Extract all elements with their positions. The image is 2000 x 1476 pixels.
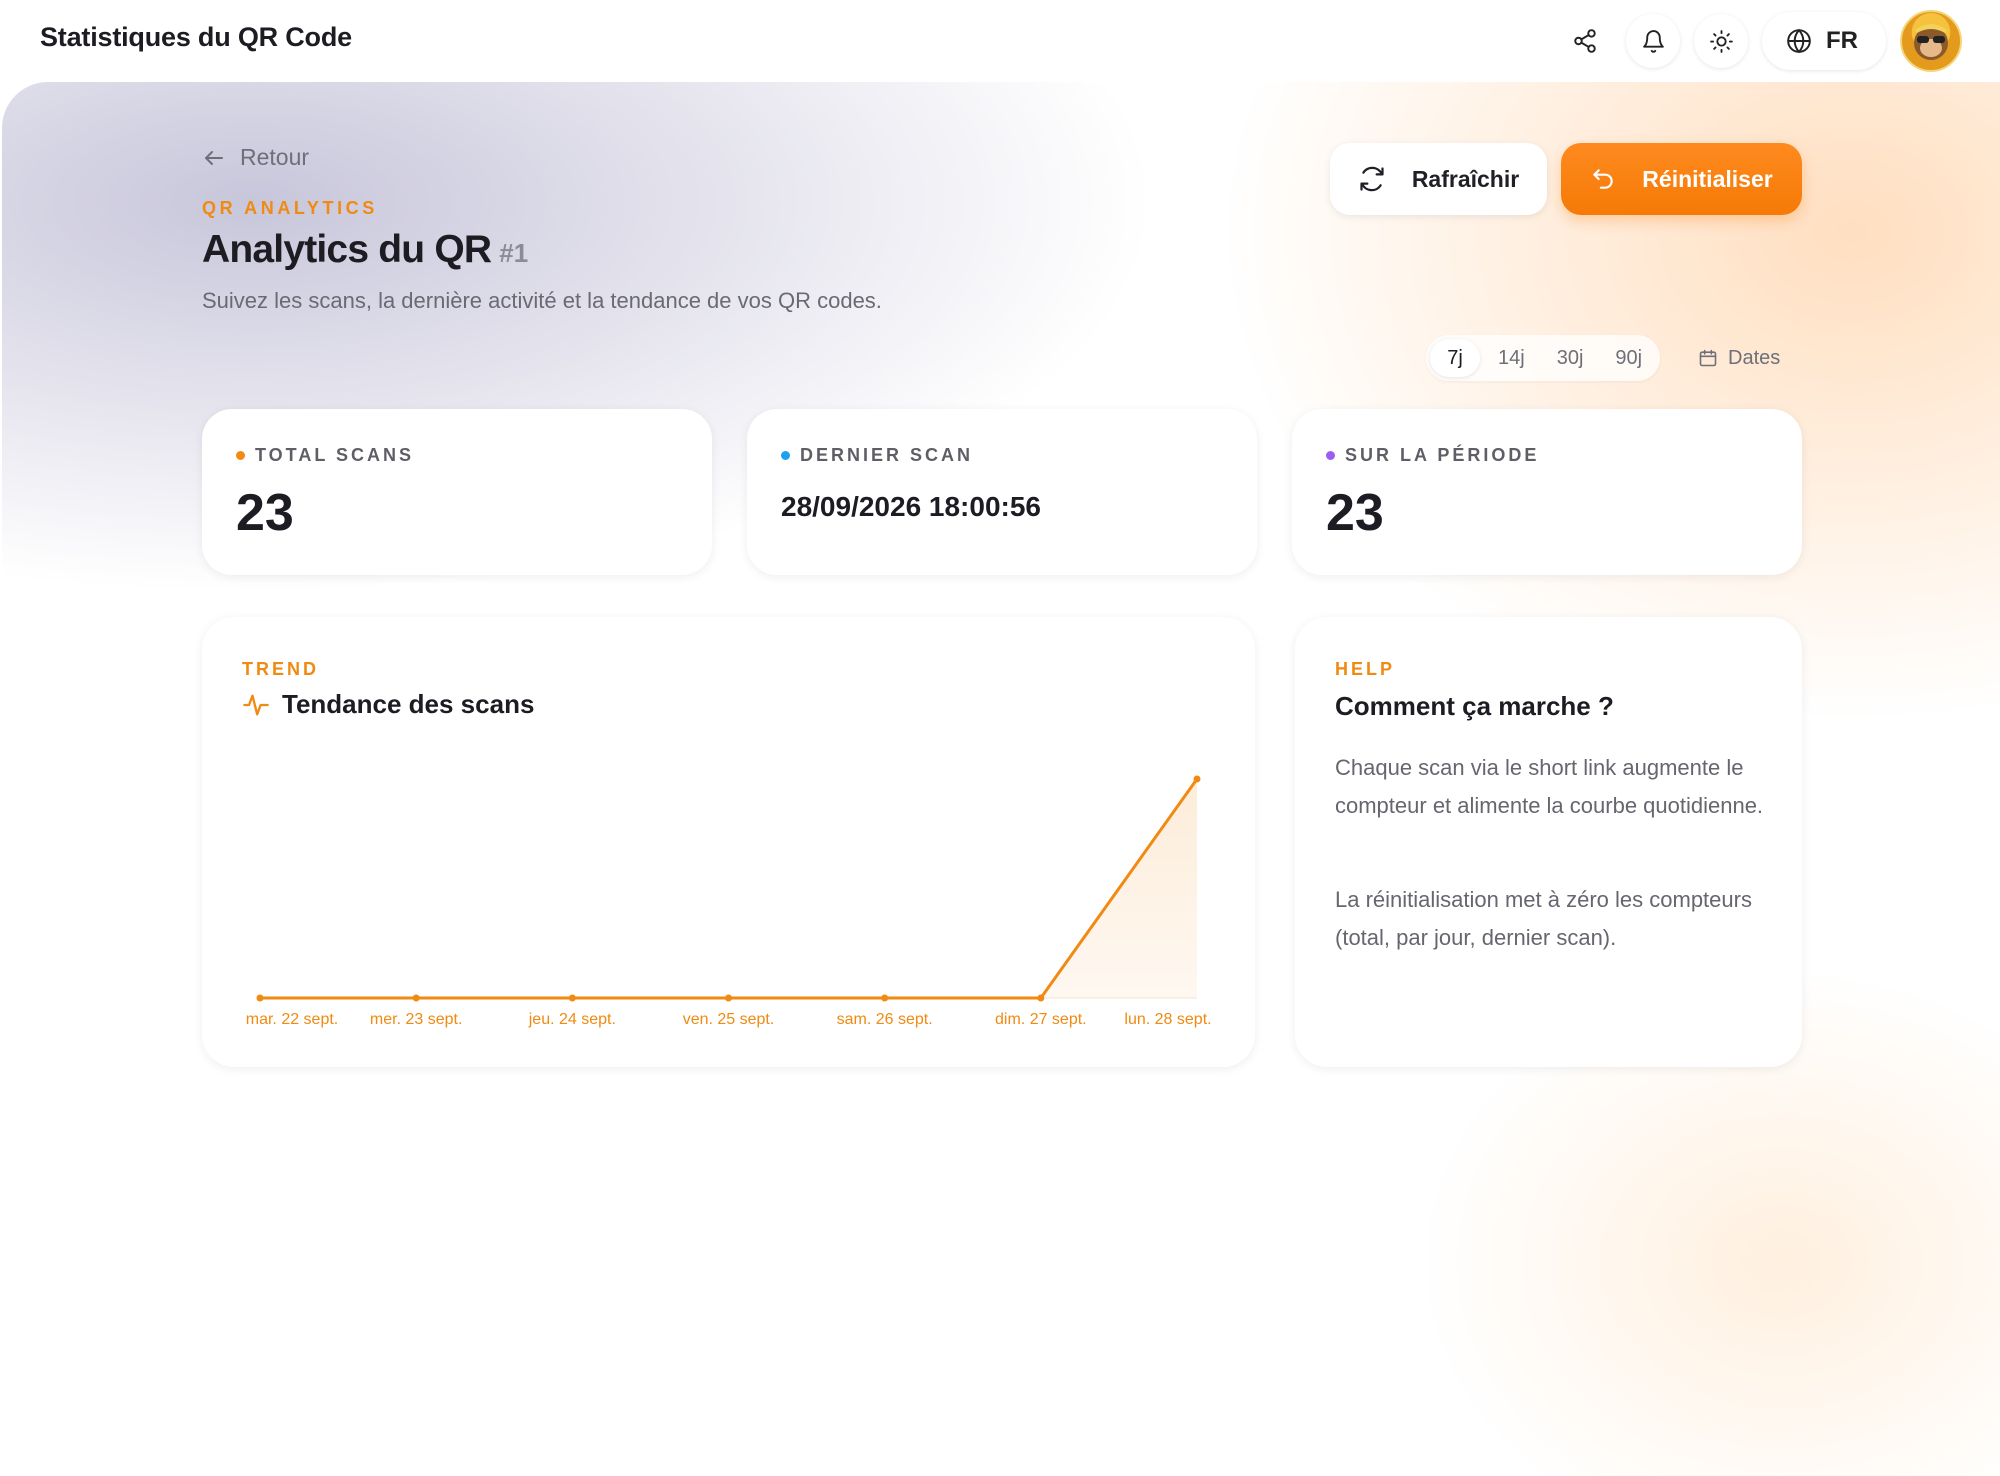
- page-title-text: Analytics du QR: [202, 228, 492, 271]
- globe-icon: [1787, 28, 1811, 54]
- stat-label-text: DERNIER SCAN: [800, 445, 974, 465]
- language-label: FR: [1826, 27, 1858, 54]
- stat-value: 23: [1326, 484, 1384, 542]
- refresh-button[interactable]: Rafraîchir: [1330, 143, 1547, 215]
- trend-line: [260, 778, 1199, 1000]
- notifications-button[interactable]: [1626, 14, 1680, 68]
- calendar-icon: [1699, 349, 1717, 367]
- dates-label: Dates: [1728, 346, 1781, 369]
- share-button[interactable]: [1558, 14, 1612, 68]
- stat-value: 23: [236, 484, 294, 542]
- help-title: Comment ça marche ?: [1335, 691, 1614, 721]
- trend-title-text: Tendance des scans: [282, 689, 535, 719]
- trend-card: mar. 22 sept. mer. 23 sept. jeu. 24 sept. v…: [202, 617, 1255, 1067]
- activity-icon: [243, 694, 269, 715]
- stat-dot: [781, 451, 790, 460]
- language-selector[interactable]: FR: [1762, 12, 1886, 70]
- stat-value: 28/09/2026 18:00:56: [781, 491, 1041, 522]
- stat-dot: [236, 451, 245, 460]
- trend-point[interactable]: [256, 994, 264, 1002]
- stat-label: TOTAL SCANS: [236, 445, 414, 466]
- bell-icon: [1642, 29, 1664, 53]
- stat-dot: [1326, 451, 1335, 460]
- x-tick-label: ven. 25 sept.: [683, 1011, 775, 1028]
- stat-label-text: SUR LA PÉRIODE: [1345, 445, 1540, 465]
- app-title: Statistiques du QR Code: [40, 22, 352, 52]
- x-tick-label: dim. 27 sept.: [995, 1011, 1087, 1028]
- help-paragraph-2: La réinitialisation met à zéro les compt…: [1335, 887, 1752, 950]
- stat-card-total: TOTAL SCANS 23: [202, 409, 712, 575]
- help-card: HELP Comment ça marche ? Chaque scan via…: [1295, 617, 1802, 1067]
- theme-toggle-button[interactable]: [1694, 14, 1748, 68]
- top-bar: Statistiques du QR Code FR: [0, 0, 2000, 82]
- refresh-icon: [1360, 166, 1384, 192]
- stat-label: SUR LA PÉRIODE: [1326, 445, 1539, 466]
- trend-point[interactable]: [725, 994, 732, 1002]
- back-link[interactable]: Retour: [202, 144, 309, 171]
- trend-point[interactable]: [881, 994, 889, 1002]
- help-paragraph-1: Chaque scan via le short link augmente l…: [1335, 755, 1764, 818]
- sun-icon: [1709, 29, 1733, 53]
- avatar-monkey-icon: [1914, 24, 1948, 60]
- trend-chart: mar. 22 sept. mer. 23 sept. jeu. 24 sept. v…: [246, 775, 1212, 1028]
- range-option-7j[interactable]: 7j: [1430, 339, 1480, 377]
- x-tick-label: sam. 26 sept.: [837, 1011, 933, 1028]
- main-panel: Retour QR ANALYTICS Analytics du QR #1 S…: [2, 82, 2000, 1476]
- reset-label: Réinitialiser: [1642, 165, 1773, 192]
- back-label: Retour: [240, 144, 310, 170]
- help-eyebrow: HELP: [1335, 659, 1396, 679]
- trend-point[interactable]: [1037, 994, 1045, 1002]
- trend-eyebrow: TREND: [242, 659, 319, 679]
- stat-card-period: SUR LA PÉRIODE 23: [1292, 409, 1802, 575]
- stat-label-text: TOTAL SCANS: [255, 445, 415, 465]
- x-tick-label: mer. 23 sept.: [370, 1011, 463, 1028]
- trend-point[interactable]: [568, 994, 576, 1002]
- qr-id: #1: [499, 238, 529, 268]
- x-tick-label: jeu. 24 sept.: [528, 1011, 616, 1028]
- range-selector: 7j 14j 30j 90j: [1426, 335, 1661, 381]
- dates-button[interactable]: Dates: [1698, 335, 1780, 381]
- x-tick-label: mar. 22 sept.: [246, 1011, 339, 1028]
- range-option-30j[interactable]: 30j: [1543, 339, 1598, 377]
- x-tick-label: lun. 28 sept.: [1124, 1011, 1211, 1028]
- range-option-90j[interactable]: 90j: [1601, 339, 1656, 377]
- page-subtitle: Suivez les scans, la dernière activité e…: [202, 288, 882, 313]
- arrow-left-icon: [205, 150, 223, 165]
- trend-point[interactable]: [412, 994, 420, 1002]
- top-actions: FR: [1558, 10, 1962, 72]
- stat-card-last-scan: DERNIER SCAN 28/09/2026 18:00:56: [747, 409, 1257, 575]
- range-option-14j[interactable]: 14j: [1484, 339, 1539, 377]
- avatar[interactable]: [1900, 10, 1962, 72]
- trend-area: [260, 779, 1197, 998]
- share-icon: [1574, 29, 1596, 53]
- reset-button[interactable]: Réinitialiser: [1561, 143, 1802, 215]
- trend-title: Tendance des scans: [242, 689, 534, 720]
- refresh-label: Rafraîchir: [1411, 165, 1520, 192]
- stat-label: DERNIER SCAN: [781, 445, 973, 466]
- page-eyebrow: QR ANALYTICS: [202, 198, 378, 218]
- undo-icon: [1593, 169, 1614, 189]
- page-title: Analytics du QR #1: [202, 228, 528, 272]
- trend-point[interactable]: [1193, 775, 1201, 783]
